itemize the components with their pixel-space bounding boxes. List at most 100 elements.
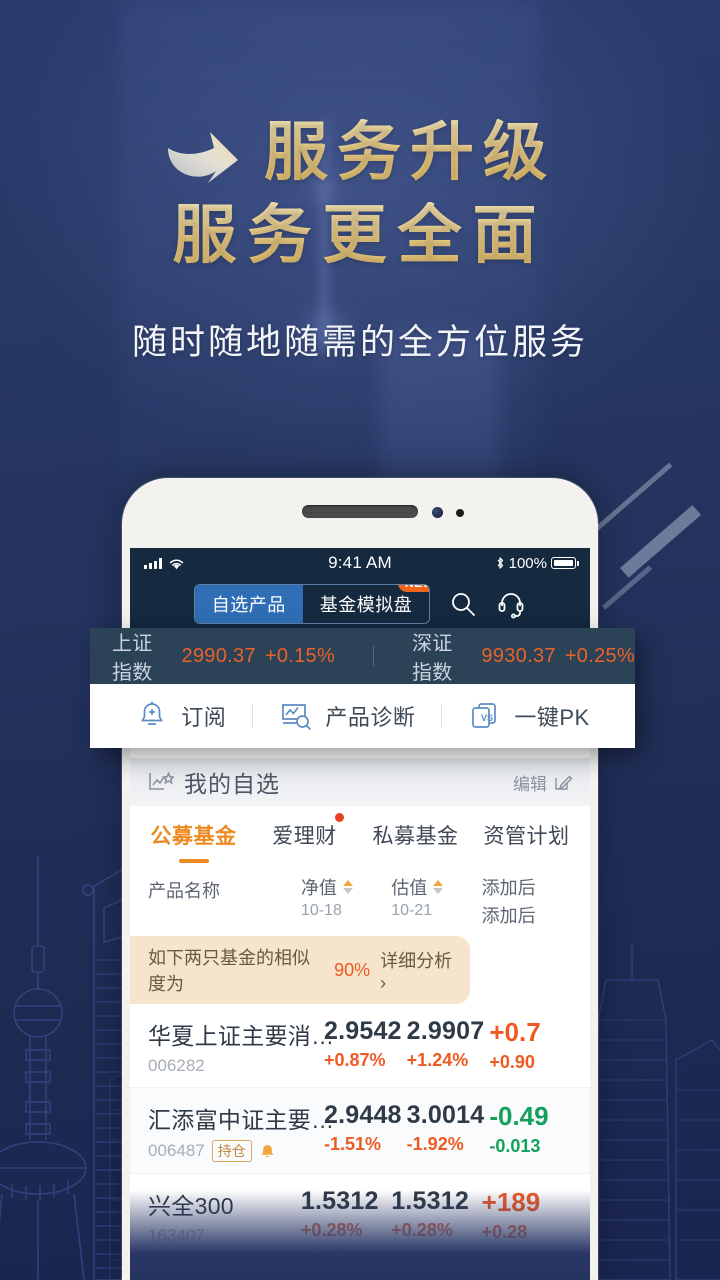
tab-public-funds[interactable]: 公募基金 <box>138 820 249 863</box>
decor-stripe-2 <box>620 505 701 578</box>
battery-full-icon <box>551 557 579 569</box>
edit-pencil-icon <box>555 775 572 790</box>
tab-ailicai-label: 爱理财 <box>272 825 337 848</box>
headline-line-2: 服务更全面 <box>0 201 720 270</box>
tab-active-underline <box>178 859 209 863</box>
action-diagnosis-label: 产品诊断 <box>325 705 416 730</box>
table-row[interactable]: 华夏上证主要消… 006282 2.9542 +0.87% 2.9907 +1.… <box>130 1004 590 1088</box>
sort-nav-icon[interactable] <box>342 880 353 894</box>
market-index-bar[interactable]: 上证指数 2990.37 +0.15% 深证指数 9930.37 +0.25% <box>90 628 635 684</box>
phone-bezel-top <box>122 478 598 548</box>
action-subscribe[interactable]: 订阅 <box>109 699 252 733</box>
nav-value: 2.9448 <box>324 1101 402 1129</box>
edit-label: 编辑 <box>513 774 547 794</box>
sort-estimate-icon[interactable] <box>433 880 444 894</box>
since-value: +0.7 <box>489 1017 541 1047</box>
fund-code-line: 006487 持仓 <box>148 1140 324 1162</box>
tab-asset-plans[interactable]: 资管计划 <box>471 820 582 850</box>
action-diagnosis[interactable]: 产品诊断 <box>253 699 441 733</box>
row-nav-cell: 1.5312 +0.28% 09-18 <box>301 1187 391 1264</box>
similarity-banner[interactable]: 如下两只基金的相似度为 90% 详细分析 › <box>130 936 470 1004</box>
bell-icon[interactable] <box>259 1143 276 1160</box>
battery-percent: 100% <box>508 554 547 572</box>
edit-watchlist-button[interactable]: 编辑 <box>513 770 572 795</box>
row-name-cell: 汇添富中证主要… 006487 持仓 <box>148 1101 335 1162</box>
bluetooth-icon <box>497 557 503 569</box>
similarity-detail-link[interactable]: 详细分析 › <box>380 947 454 994</box>
index-shanghai-change: +0.15% <box>264 644 336 667</box>
segmented-tabs[interactable]: 自选产品 基金模拟盘 NEW <box>193 584 431 624</box>
index-shenzhen[interactable]: 深证指数 9930.37 +0.25% <box>412 627 635 685</box>
watchlist-title: 我的自选 <box>184 771 280 797</box>
estimate-value: 2.9907 <box>406 1017 485 1045</box>
fund-code: 163407 <box>148 1226 205 1245</box>
row-since-cell: -0.49 -0.013 <box>489 1101 572 1162</box>
nav-change: +0.87% <box>324 1050 386 1070</box>
row-since-cell: +189 +0.28 <box>482 1187 572 1264</box>
fund-code: 006282 <box>148 1056 205 1075</box>
proximity-sensor <box>456 509 464 517</box>
headline-line-1: 服务升级 <box>264 116 556 189</box>
phone-mockup: 9:41 AM 100% 自选产品 基金模拟盘 NEW <box>122 478 598 1280</box>
tab-ailicai[interactable]: 爱理财 <box>249 813 360 850</box>
vs-compare-icon: VS <box>472 703 497 728</box>
col-since-added[interactable]: 添加后 添加后 <box>482 874 572 928</box>
search-icon[interactable] <box>448 589 478 619</box>
estimate-change: +0.28% <box>391 1220 453 1240</box>
headline-subtitle: 随时随地随需的全方位服务 <box>131 322 588 362</box>
index-shenzhen-value: 9930.37 <box>481 644 556 667</box>
tab-private-funds[interactable]: 私募基金 <box>360 820 471 850</box>
earpiece-speaker <box>302 505 418 518</box>
col-nav[interactable]: 净值 10-18 <box>301 874 391 928</box>
nav-value: 2.9542 <box>324 1017 402 1045</box>
category-tabs[interactable]: 公募基金 爱理财 私募基金 资管计划 <box>130 806 590 864</box>
row-name-cell: 华夏上证主要消… 006282 <box>148 1017 334 1076</box>
action-compare[interactable]: VS 一键PK <box>442 699 615 733</box>
action-subscribe-label: 订阅 <box>181 705 227 730</box>
since-value: +189 <box>481 1187 541 1217</box>
nav-change: +0.28% <box>300 1220 363 1240</box>
estimate-value: 1.5312 <box>391 1187 469 1215</box>
since-change: +0.28 <box>481 1222 528 1242</box>
app-header: 9:41 AM 100% 自选产品 基金模拟盘 NEW <box>130 548 590 630</box>
quick-actions-row: 订阅 产品诊断 VS 一键PK <box>90 684 635 748</box>
index-shenzhen-change: +0.25% <box>564 644 636 667</box>
row-estimate-cell: 1.5312 +0.28% <box>391 1187 481 1264</box>
estimate-value: 3.0014 <box>406 1101 485 1129</box>
fund-name: 汇添富中证主要… <box>148 1107 335 1133</box>
table-header-row: 产品名称 净值 10-18 估值 10-21 添加后 添加后 <box>130 864 590 936</box>
col-since-added-label2: 添加后 <box>481 906 536 926</box>
index-shanghai[interactable]: 上证指数 2990.37 +0.15% <box>112 627 335 685</box>
tab-my-products[interactable]: 自选产品 <box>194 585 303 623</box>
index-shenzhen-name: 深证指数 <box>411 633 453 684</box>
holding-badge: 持仓 <box>211 1140 252 1162</box>
index-separator <box>373 646 374 666</box>
col-estimate[interactable]: 估值 10-21 <box>391 874 481 928</box>
promo-headline-block: 服务升级 服务更全面 随时随地随需的全方位服务 <box>0 0 720 365</box>
index-shanghai-name: 上证指数 <box>112 633 153 684</box>
chart-star-icon <box>149 771 174 790</box>
fund-name: 兴全300 <box>148 1193 234 1219</box>
table-row[interactable]: 嘉实超短债 1.0533 1.0533 +1.0 <box>130 1276 590 1280</box>
tab-private-funds-label: 私募基金 <box>372 825 459 848</box>
since-change: +0.90 <box>489 1052 535 1072</box>
fund-list: 华夏上证主要消… 006282 2.9542 +0.87% 2.9907 +1.… <box>130 1004 590 1280</box>
row-name-cell: 兴全300 163407 <box>148 1187 301 1264</box>
status-right: 100% <box>495 554 579 572</box>
index-shanghai-value: 2990.37 <box>181 644 256 667</box>
nav-change: -1.51% <box>324 1134 382 1154</box>
status-bar: 9:41 AM 100% <box>130 548 590 578</box>
col-since-added-label: 添加后 <box>481 878 536 898</box>
headset-icon[interactable] <box>496 589 526 619</box>
row-estimate-cell: 3.0014 -1.92% <box>407 1101 490 1162</box>
svg-text:VS: VS <box>481 713 493 723</box>
row-nav-cell: 2.9542 +0.87% <box>324 1017 407 1076</box>
table-row[interactable]: 兴全300 163407 1.5312 +0.28% 09-18 1.5312 … <box>130 1174 590 1276</box>
table-row[interactable]: 汇添富中证主要… 006487 持仓 2.9448 -1.51% 3.0014 … <box>130 1088 590 1174</box>
similarity-text: 如下两只基金的相似度为 <box>148 948 310 994</box>
since-change: -0.013 <box>489 1136 541 1156</box>
front-camera <box>432 507 443 518</box>
row-since-cell: +0.7 +0.90 <box>489 1017 572 1076</box>
swoosh-arrow-icon <box>168 132 238 183</box>
fund-code: 006487 <box>148 1141 205 1160</box>
